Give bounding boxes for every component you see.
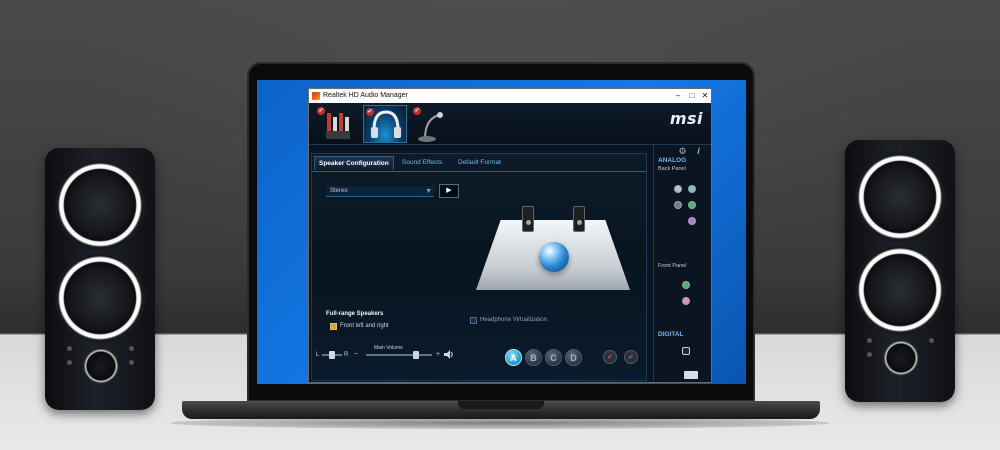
check-icon: ✔ (317, 107, 325, 115)
tab-underline (312, 171, 646, 172)
laptop-hinge-notch (458, 401, 544, 409)
connector-panel: ⚙ i ANALOG Back Panel Front Panel DIGITA… (653, 145, 711, 381)
tab-speaker-configuration[interactable]: Speaker Configuration (314, 156, 394, 170)
device-tab-headphones[interactable]: ✔ (363, 105, 407, 143)
speaker-config-select[interactable]: Stereo ▼ (326, 186, 434, 197)
info-icon[interactable]: i (694, 147, 703, 156)
device-header: ✔ ✔ ✔ msi (309, 103, 711, 145)
title-bar[interactable]: Realtek HD Audio Manager – □ ✕ (309, 89, 711, 103)
right-speaker (845, 140, 955, 402)
settings-hand-icon[interactable] (684, 371, 698, 379)
check-icon: ✔ (366, 108, 374, 116)
window-title: Realtek HD Audio Manager (323, 92, 408, 99)
speaker-stage-visual (470, 206, 636, 296)
volume-slider-handle[interactable] (412, 351, 419, 359)
jack-icon[interactable] (682, 297, 690, 305)
audio-manager-window: Realtek HD Audio Manager – □ ✕ ✔ ✔ ✔ msi… (308, 88, 712, 383)
speaker-driver (855, 152, 945, 242)
play-test-button[interactable]: ▶ (439, 184, 459, 198)
tab-bar: Speaker Configuration Sound Effects Defa… (312, 156, 646, 172)
speaker-config-value: Stereo (330, 188, 348, 194)
main-volume-label: Main Volume (374, 345, 403, 351)
headphone-virtualization-checkbox[interactable] (470, 317, 477, 324)
front-left-right-label: Front left and right (340, 323, 389, 329)
fullrange-heading: Full-range Speakers (326, 311, 384, 317)
front-left-right-checkbox[interactable] (330, 323, 337, 330)
headphone-virtualization-label: Headphone Virtualization (480, 317, 547, 323)
save-profile-icon[interactable]: ✔ (603, 350, 617, 364)
minimize-button[interactable]: – (673, 91, 683, 101)
delete-profile-icon[interactable]: ✔ (624, 350, 638, 364)
speaker-indicator (129, 360, 134, 365)
jack-icon[interactable] (682, 281, 690, 289)
front-right-speaker-icon[interactable] (573, 206, 585, 232)
balance-slider-handle[interactable] (329, 351, 335, 359)
listener-orb-icon (539, 242, 569, 272)
front-left-speaker-icon[interactable] (522, 206, 534, 232)
back-panel-label: Back Panel (658, 166, 686, 172)
speaker-indicator (67, 360, 72, 365)
main-panel: Speaker Configuration Sound Effects Defa… (311, 153, 647, 381)
balance-left-label: L (316, 352, 320, 358)
speaker-volume-knob (83, 348, 119, 384)
maximize-button[interactable]: □ (687, 91, 697, 101)
jack-icon[interactable] (688, 217, 696, 225)
device-tab-microphone[interactable]: ✔ (411, 105, 455, 143)
speaker-indicator (67, 346, 72, 351)
analog-heading: ANALOG (658, 157, 687, 164)
speaker-indicator (929, 338, 934, 343)
device-tab-speakers[interactable]: ✔ (315, 105, 359, 143)
speaker-driver (855, 245, 945, 335)
speaker-indicator (867, 338, 872, 343)
profile-b-button[interactable]: B (525, 349, 542, 366)
volume-plus-button[interactable]: + (436, 351, 440, 358)
jack-icon[interactable] (674, 185, 682, 193)
speaker-indicator (129, 346, 134, 351)
jack-icon[interactable] (674, 201, 682, 209)
close-button[interactable]: ✕ (700, 91, 710, 101)
volume-minus-button[interactable]: − (354, 351, 358, 358)
balance-right-label: R (344, 352, 349, 358)
speaker-volume-icon[interactable] (444, 350, 454, 359)
speaker-volume-knob (883, 340, 919, 376)
profile-c-button[interactable]: C (545, 349, 562, 366)
optical-jack-icon[interactable] (682, 347, 690, 355)
tab-sound-effects[interactable]: Sound Effects (398, 156, 446, 170)
gear-icon[interactable]: ⚙ (678, 147, 687, 156)
profile-a-button[interactable]: A (505, 349, 522, 366)
front-panel-label: Front Panel (658, 263, 687, 269)
digital-heading: DIGITAL (658, 331, 684, 338)
jack-icon[interactable] (688, 201, 696, 209)
speaker-driver (55, 160, 145, 250)
volume-slider-track (366, 354, 432, 356)
dropdown-arrow-icon: ▼ (425, 188, 432, 195)
left-speaker (45, 148, 155, 410)
speaker-driver (55, 253, 145, 343)
jack-icon[interactable] (688, 185, 696, 193)
tab-default-format[interactable]: Default Format (454, 156, 505, 170)
brand-logo: msi (669, 109, 703, 128)
app-icon (312, 92, 320, 100)
check-icon: ✔ (413, 107, 421, 115)
speaker-indicator (867, 352, 872, 357)
profile-d-button[interactable]: D (565, 349, 582, 366)
